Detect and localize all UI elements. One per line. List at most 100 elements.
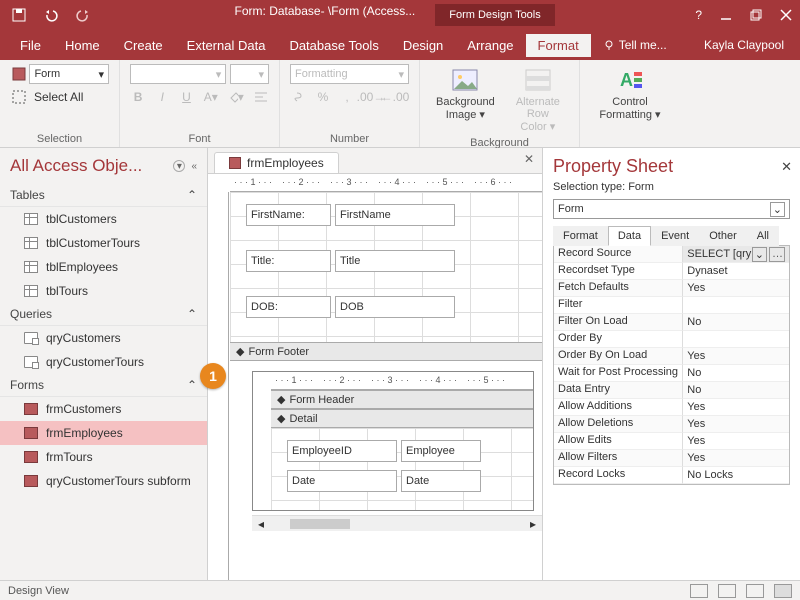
prop-value[interactable]: SELECT [qry⌄… <box>683 246 789 263</box>
align-button[interactable] <box>253 88 269 106</box>
menu-format[interactable]: Format <box>526 34 591 57</box>
user-name[interactable]: Kayla Claypool <box>704 38 792 52</box>
field-label[interactable]: Title: <box>246 250 331 272</box>
ps-tab-format[interactable]: Format <box>553 226 608 246</box>
nav-item[interactable]: qryCustomerTours subform <box>0 469 207 493</box>
number-format[interactable]: Formatting▾ <box>290 64 409 84</box>
nav-item[interactable]: frmTours <box>0 445 207 469</box>
font-size[interactable]: ▾ <box>230 64 269 84</box>
form-tab[interactable]: frmEmployees <box>214 152 339 173</box>
detail-band[interactable]: ◆ Detail <box>271 409 533 428</box>
ps-tab-other[interactable]: Other <box>699 226 747 246</box>
restore-icon[interactable] <box>750 9 762 21</box>
nav-item[interactable]: qryCustomers <box>0 326 207 350</box>
property-sheet-title: Property Sheet <box>553 156 673 177</box>
collapse-nav-icon[interactable]: « <box>191 161 197 172</box>
fill-color-button[interactable]: ▾ <box>227 88 245 106</box>
menu-design[interactable]: Design <box>391 34 455 57</box>
ps-tab-all[interactable]: All <box>747 226 779 246</box>
ps-tab-event[interactable]: Event <box>651 226 699 246</box>
field-label[interactable]: FirstName: <box>246 204 331 226</box>
design-view-button[interactable] <box>774 584 792 598</box>
decrease-decimal-button[interactable]: ←.00 <box>386 88 404 106</box>
ps-tab-data[interactable]: Data <box>608 226 651 246</box>
chevron-down-icon[interactable]: ▾ <box>173 160 185 172</box>
prop-value[interactable]: No <box>683 382 789 399</box>
field-label[interactable]: Date <box>287 470 397 492</box>
font-name[interactable]: ▾ <box>130 64 226 84</box>
menu-create[interactable]: Create <box>112 34 175 57</box>
form-footer-band[interactable]: ◆ Form Footer <box>230 342 542 361</box>
close-icon[interactable] <box>780 9 792 21</box>
control-formatting-button[interactable]: A Control Formatting ▾ <box>590 64 670 123</box>
currency-button[interactable] <box>290 88 308 106</box>
nav-item[interactable]: frmEmployees <box>0 421 207 445</box>
horizontal-scrollbar[interactable]: ◂▸ <box>252 515 542 531</box>
field-label[interactable]: DOB: <box>246 296 331 318</box>
prop-value[interactable]: Yes <box>683 433 789 450</box>
menu-external-data[interactable]: External Data <box>175 34 278 57</box>
nav-item[interactable]: qryCustomerTours <box>0 350 207 374</box>
form-icon <box>229 157 241 169</box>
group-font-label: Font <box>130 131 269 145</box>
close-icon[interactable]: ✕ <box>781 159 792 175</box>
font-color-button[interactable]: A▾ <box>203 88 219 106</box>
object-selector[interactable]: Form▾ <box>29 64 109 84</box>
bold-button[interactable]: B <box>130 88 146 106</box>
underline-button[interactable]: U <box>178 88 194 106</box>
percent-button[interactable]: % <box>314 88 332 106</box>
field-textbox[interactable]: Date <box>401 470 481 492</box>
select-all-icon[interactable] <box>10 88 28 106</box>
nav-item[interactable]: tblCustomerTours <box>0 231 207 255</box>
prop-value[interactable]: Yes <box>683 416 789 433</box>
prop-value[interactable]: Yes <box>683 348 789 365</box>
menu-home[interactable]: Home <box>53 34 112 57</box>
close-tab-icon[interactable]: ✕ <box>524 152 534 166</box>
prop-value[interactable]: Dynaset <box>683 263 789 280</box>
field-textbox[interactable]: Title <box>335 250 455 272</box>
prop-value[interactable]: No <box>683 365 789 382</box>
form-view-button[interactable] <box>690 584 708 598</box>
save-icon[interactable] <box>8 4 30 26</box>
increase-decimal-button[interactable]: .00→ <box>362 88 380 106</box>
nav-item[interactable]: tblTours <box>0 279 207 303</box>
help-icon[interactable]: ? <box>695 8 702 22</box>
layout-view-button[interactable] <box>746 584 764 598</box>
nav-item[interactable]: frmCustomers <box>0 397 207 421</box>
undo-icon[interactable] <box>40 4 62 26</box>
prop-value[interactable]: No <box>683 314 789 331</box>
italic-button[interactable]: I <box>154 88 170 106</box>
subform[interactable]: · · · 1 · · ·· · · 2 · · ·· · · 3 · · ··… <box>252 371 534 511</box>
tell-me[interactable]: Tell me... <box>591 34 679 56</box>
prop-value[interactable]: Yes <box>683 280 789 297</box>
nav-cat-queries[interactable]: Queries⌃ <box>0 303 207 326</box>
alternate-row-color-button[interactable]: Alternate Row Color ▾ <box>507 64 569 135</box>
menu-arrange[interactable]: Arrange <box>455 34 525 57</box>
prop-value[interactable]: Yes <box>683 450 789 467</box>
prop-value[interactable]: No Locks <box>683 467 789 484</box>
navpane-title[interactable]: All Access Obje... <box>10 156 142 176</box>
prop-value[interactable] <box>683 297 789 314</box>
field-textbox[interactable]: Employee <box>401 440 481 462</box>
object-type-icon[interactable] <box>10 65 27 83</box>
nav-item[interactable]: tblEmployees <box>0 255 207 279</box>
redo-icon[interactable] <box>72 4 94 26</box>
nav-item[interactable]: tblCustomers <box>0 207 207 231</box>
prop-value[interactable] <box>683 331 789 348</box>
menu-database-tools[interactable]: Database Tools <box>277 34 390 57</box>
field-textbox[interactable]: FirstName <box>335 204 455 226</box>
datasheet-view-button[interactable] <box>718 584 736 598</box>
object-icon <box>24 237 38 249</box>
prop-value[interactable]: Yes <box>683 399 789 416</box>
field-textbox[interactable]: DOB <box>335 296 455 318</box>
nav-cat-forms[interactable]: Forms⌃ <box>0 374 207 397</box>
select-all-button[interactable]: Select All <box>34 90 83 104</box>
menu-file[interactable]: File <box>8 34 53 57</box>
form-header-band[interactable]: ◆ Form Header <box>271 390 533 409</box>
background-image-button[interactable]: Background Image ▾ <box>430 64 501 123</box>
field-label[interactable]: EmployeeID <box>287 440 397 462</box>
nav-cat-tables[interactable]: Tables⌃ <box>0 184 207 207</box>
object-combo[interactable]: Form⌄ <box>553 199 790 219</box>
minimize-icon[interactable] <box>720 9 732 21</box>
comma-button[interactable]: , <box>338 88 356 106</box>
